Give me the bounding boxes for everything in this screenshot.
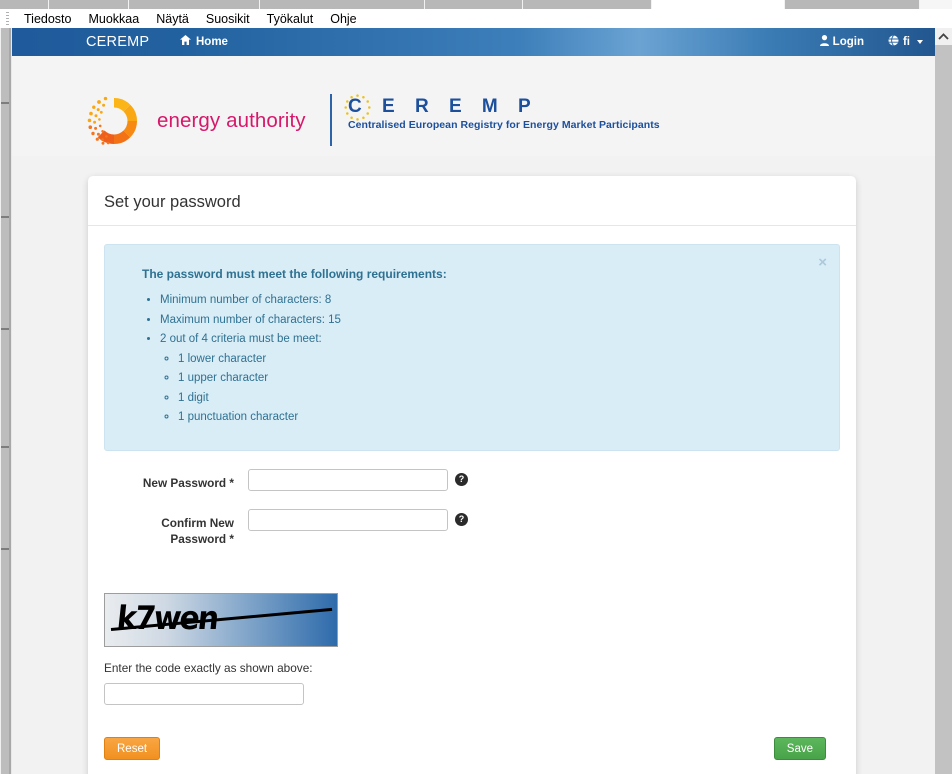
navbar-login-link[interactable]: Login — [819, 35, 864, 49]
eu-stars-icon — [343, 93, 372, 122]
scroll-up-button[interactable] — [935, 28, 952, 45]
navbar-brand[interactable]: CEREMP — [86, 28, 149, 56]
menu-item-edit[interactable]: Muokkaa — [88, 12, 139, 26]
navbar-language-label: fi — [902, 36, 910, 48]
logo-divider — [330, 94, 332, 146]
user-icon — [819, 35, 829, 49]
vertical-scrollbar[interactable] — [934, 28, 952, 774]
browser-tab[interactable] — [523, 0, 652, 9]
browser-tab[interactable] — [425, 0, 523, 9]
browser-left-edge — [0, 28, 12, 774]
ceremp-wordmark: C E R E M P — [348, 96, 539, 117]
list-item: 1 punctuation character — [178, 408, 819, 428]
form-actions: Reset Save — [104, 736, 840, 760]
browser-tab[interactable] — [49, 0, 129, 9]
globe-icon — [888, 35, 899, 49]
new-password-label: New Password * — [142, 475, 234, 490]
ceremp-logo: C E R E M P Centralised European Registr… — [344, 94, 660, 131]
navbar-home-label: Home — [196, 36, 228, 48]
help-icon[interactable]: ? — [455, 513, 468, 526]
home-icon — [180, 28, 191, 56]
browser-tab-active[interactable] — [652, 0, 785, 9]
help-icon[interactable]: ? — [455, 473, 468, 486]
scrollbar-track[interactable] — [935, 45, 952, 774]
energy-authority-ring-icon — [85, 92, 143, 150]
panel-body: × The password must meet the following r… — [88, 226, 856, 774]
menu-grip-handle[interactable] — [6, 12, 9, 25]
navbar-login-label: Login — [832, 36, 864, 48]
browser-window: Tiedosto Muokkaa Näytä Suosikit Työkalut… — [0, 0, 952, 774]
navbar-language-selector[interactable]: fi — [888, 35, 923, 49]
list-item-label: 2 out of 4 criteria must be meet: — [160, 333, 322, 345]
captcha-section: k7wen Enter the code exactly as shown ab… — [104, 592, 840, 705]
browser-tab[interactable] — [785, 0, 920, 9]
page-viewport: CEREMP Home Login fi energy authority C … — [12, 28, 935, 774]
confirm-password-input[interactable] — [248, 508, 448, 531]
set-password-panel: Set your password × The password must me… — [88, 176, 856, 774]
browser-menu-bar: Tiedosto Muokkaa Näytä Suosikit Työkalut… — [0, 9, 952, 29]
site-navbar: CEREMP Home Login fi — [12, 28, 935, 56]
captcha-image[interactable]: k7wen — [104, 592, 338, 647]
list-item: 2 out of 4 criteria must be meet: 1 lowe… — [160, 330, 819, 428]
confirm-password-label: Confirm New Password * — [161, 515, 234, 546]
menu-item-tools[interactable]: Työkalut — [267, 12, 314, 26]
new-password-row: New Password * ? — [104, 468, 840, 491]
confirm-password-row: Confirm New Password * ? — [104, 508, 840, 547]
menu-item-help[interactable]: Ohje — [330, 12, 356, 26]
password-requirements-alert: × The password must meet the following r… — [104, 244, 840, 451]
page-title: Set your password — [88, 176, 856, 226]
list-item: Maximum number of characters: 15 — [160, 311, 819, 331]
ceremp-subtitle: Centralised European Registry for Energy… — [348, 119, 660, 131]
chevron-down-icon — [917, 40, 923, 44]
list-item: 1 upper character — [178, 369, 819, 389]
navbar-home-link[interactable]: Home — [180, 28, 228, 56]
menu-item-favorites[interactable]: Suosikit — [206, 12, 250, 26]
energy-authority-wordmark: energy authority — [157, 109, 306, 132]
list-item: Minimum number of characters: 8 — [160, 291, 819, 311]
new-password-input[interactable] — [248, 468, 448, 491]
browser-tab[interactable] — [129, 0, 260, 9]
reset-button[interactable]: Reset — [104, 736, 161, 760]
list-item: 1 digit — [178, 389, 819, 409]
requirements-list: Minimum number of characters: 8 Maximum … — [142, 291, 819, 428]
browser-tab[interactable] — [0, 0, 49, 9]
captcha-label: Enter the code exactly as shown above: — [104, 660, 313, 675]
save-button[interactable]: Save — [773, 736, 826, 760]
captcha-input[interactable] — [104, 682, 304, 705]
browser-tab[interactable] — [260, 0, 425, 9]
alert-heading: The password must meet the following req… — [142, 267, 447, 281]
close-icon[interactable]: × — [818, 255, 827, 270]
list-item: 1 lower character — [178, 350, 819, 370]
menu-item-view[interactable]: Näytä — [156, 12, 189, 26]
menu-item-file[interactable]: Tiedosto — [24, 12, 71, 26]
logo-band: energy authority C E R E M P Centralised… — [12, 56, 935, 156]
criteria-sublist: 1 lower character 1 upper character 1 di… — [160, 350, 819, 428]
energy-authority-logo: energy authority — [85, 92, 306, 150]
captcha-code-text: k7wen — [115, 599, 220, 637]
